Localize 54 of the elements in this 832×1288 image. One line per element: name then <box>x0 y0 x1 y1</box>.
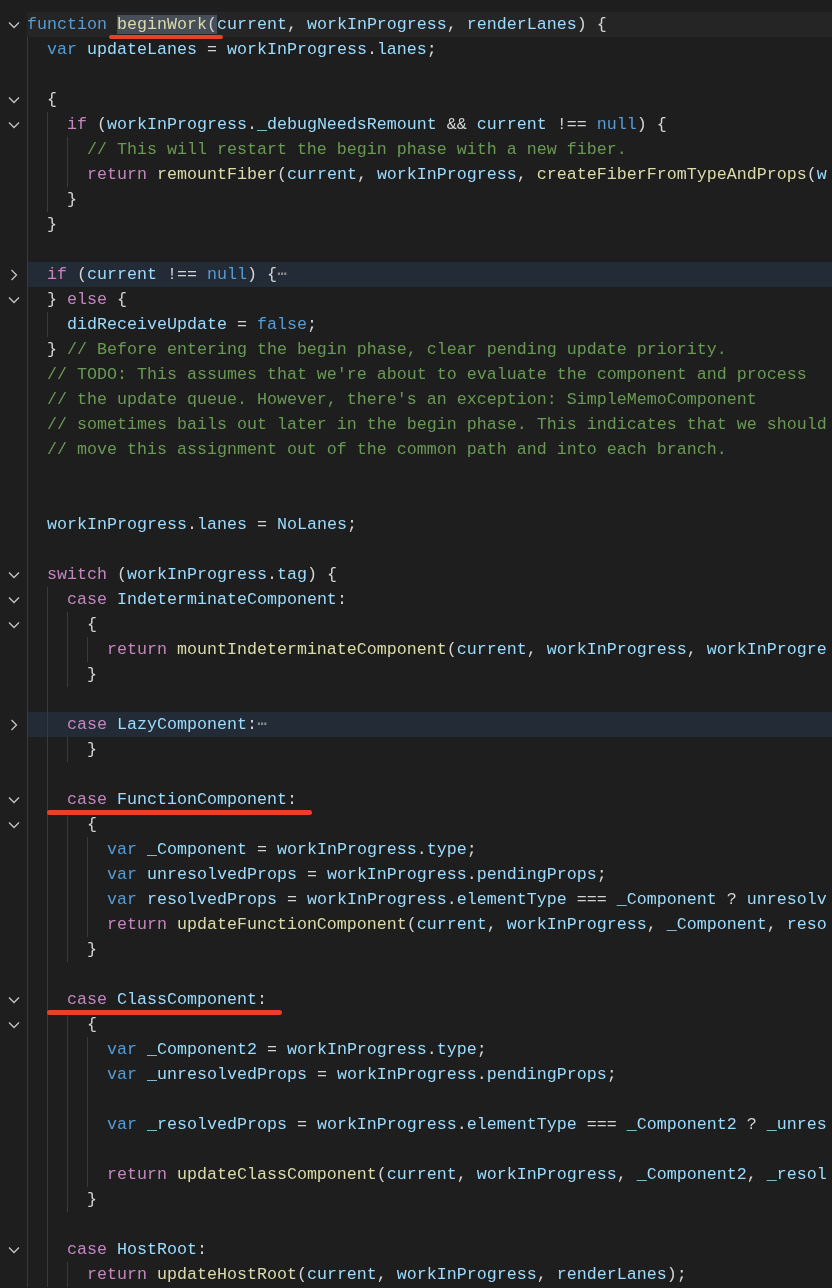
code-line: // the update queue. However, there's an exception: SimpleMemoComponent <box>46 390 757 410</box>
code-line: case HostRoot: <box>65 1240 207 1260</box>
code-line: case ClassComponent: <box>65 990 267 1010</box>
code-line: function beginWork(current, workInProgress, renderLanes) { <box>27 15 607 35</box>
chevron-down-icon[interactable] <box>7 120 20 129</box>
code-line: { <box>46 90 57 110</box>
code-line: return mountIndeterminateComponent(current, workInProgress, workInProgre <box>105 640 827 660</box>
code-line: var _Component = workInProgress.type; <box>105 840 477 860</box>
chevron-down-icon[interactable] <box>7 1020 20 1029</box>
code-line: // move this assignment out of the common path and into each branch. <box>46 440 727 460</box>
code-line: } <box>85 665 97 685</box>
code-line: didReceiveUpdate = false; <box>65 315 317 335</box>
chevron-down-icon[interactable] <box>7 995 20 1004</box>
code-line: // TODO: This assumes that we're about to evaluate the component and process <box>46 365 807 385</box>
code-line: case FunctionComponent: <box>65 790 297 810</box>
code-line: return updateHostRoot(current, workInProgress, renderLanes); <box>85 1265 687 1285</box>
code-line: } // Before entering the begin phase, clear pending update priority. <box>46 340 727 360</box>
code-line: var _unresolvedProps = workInProgress.pendingProps; <box>105 1065 617 1085</box>
chevron-down-icon[interactable] <box>7 795 20 804</box>
chevron-down-icon[interactable] <box>7 1245 20 1254</box>
code-line: var unresolvedProps = workInProgress.pendingProps; <box>105 865 607 885</box>
code-line: // This will restart the begin phase with a new fiber. <box>85 140 627 160</box>
chevron-right-icon[interactable] <box>9 718 18 731</box>
code-line: } else { <box>46 290 127 310</box>
chevron-down-icon[interactable] <box>7 295 20 304</box>
code-line: return remountFiber(current, workInProgress, createFiberFromTypeAndProps(w <box>85 165 827 185</box>
chevron-down-icon[interactable] <box>7 20 20 29</box>
chevron-right-icon[interactable] <box>9 268 18 281</box>
code-line: return updateFunctionComponent(current, workInProgress, _Component, reso <box>105 915 827 935</box>
code-line: { <box>85 1015 97 1035</box>
code-line: { <box>85 815 97 835</box>
code-line: } <box>65 190 77 210</box>
code-line: case IndeterminateComponent: <box>65 590 347 610</box>
chevron-down-icon[interactable] <box>7 570 20 579</box>
code-line: var updateLanes = workInProgress.lanes; <box>46 40 437 60</box>
code-line: } <box>85 940 97 960</box>
chevron-down-icon[interactable] <box>7 595 20 604</box>
code-line: } <box>46 215 57 235</box>
code-line: // sometimes bails out later in the begin phase. This indicates that we should <box>46 415 827 435</box>
code-line: if (workInProgress._debugNeedsRemount && current !== null) { <box>65 115 667 135</box>
code-line: var resolvedProps = workInProgress.elementType === _Component ? unresolv <box>105 890 827 910</box>
chevron-down-icon[interactable] <box>7 820 20 829</box>
code-line: switch (workInProgress.tag) { <box>46 565 337 585</box>
code-line: if (current !== null) {⋯ <box>46 265 287 285</box>
code-line: { <box>85 615 97 635</box>
code-line: var _Component2 = workInProgress.type; <box>105 1040 487 1060</box>
code-line: } <box>85 740 97 760</box>
chevron-down-icon[interactable] <box>7 620 20 629</box>
code-line: workInProgress.lanes = NoLanes; <box>46 515 357 535</box>
code-line: return updateClassComponent(current, workInProgress, _Component2, _resol <box>105 1165 827 1185</box>
code-line: } <box>85 1190 97 1210</box>
code-line: case LazyComponent:⋯ <box>65 715 267 735</box>
chevron-down-icon[interactable] <box>7 95 20 104</box>
code-line: var _resolvedProps = workInProgress.elementType === _Component2 ? _unres <box>105 1115 827 1135</box>
